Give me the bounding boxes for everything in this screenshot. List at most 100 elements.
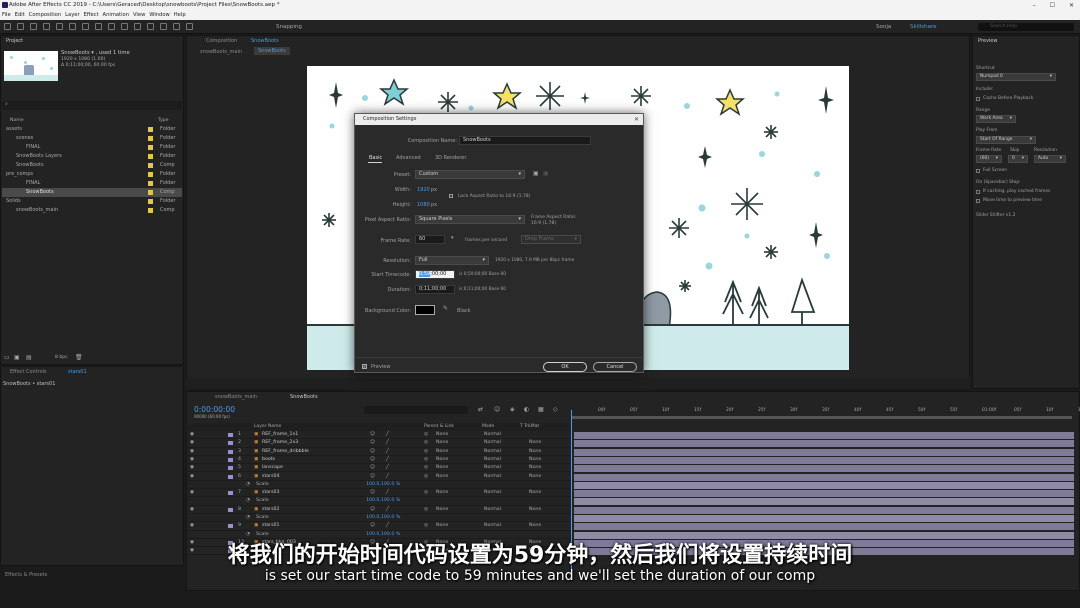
preview-frame-rate-select[interactable]: (60) <box>976 155 1002 163</box>
composition-tab-prefix[interactable]: Composition <box>206 38 237 44</box>
property-value[interactable]: 100.0,100.0 % <box>366 497 400 505</box>
parent-select[interactable]: None <box>436 489 448 497</box>
layer-name[interactable]: REF_frame_dribbble <box>262 448 309 456</box>
new-comp-icon[interactable]: ▤ <box>26 354 32 361</box>
label-color-swatch[interactable] <box>228 474 233 479</box>
layer-name[interactable]: lanscape <box>262 464 283 472</box>
project-row[interactable]: FINAL Folder <box>2 143 182 152</box>
project-col-name[interactable]: Name <box>10 118 24 123</box>
layer-duration-bar[interactable] <box>574 432 1074 439</box>
bit-depth-button[interactable]: 8 bpc <box>55 355 68 360</box>
resolution-select[interactable]: Full <box>415 256 489 265</box>
layer-duration-bar[interactable] <box>574 523 1074 531</box>
parent-select[interactable]: None <box>436 448 448 456</box>
frame-rate-dropdown-icon[interactable]: ▾ <box>451 235 454 241</box>
puppet-tool-icon[interactable] <box>186 23 193 30</box>
quality-switch-icon[interactable]: ╱ <box>386 456 389 464</box>
layer-row[interactable]: ◉ 7 ▣ stars03 ☺ ╱ ◎ None Normal None <box>186 489 570 498</box>
rotate-tool-icon[interactable] <box>56 23 63 30</box>
type-tool-icon[interactable] <box>121 23 128 30</box>
layer-row[interactable]: ◉ 2 ▣ REF_frame_2x3 ☺ ╱ ◎ None Normal None <box>186 439 570 448</box>
if-caching-checkbox[interactable] <box>976 190 980 194</box>
duration-input[interactable]: 0;11;00;00 <box>415 285 455 294</box>
trkmat-select[interactable]: None <box>529 448 541 456</box>
layer-duration-bar[interactable] <box>574 490 1074 498</box>
range-select[interactable]: Work Area <box>976 115 1016 123</box>
mode-select[interactable]: Normal <box>484 489 501 497</box>
layer-duration-bar[interactable] <box>574 473 1074 481</box>
roto-tool-icon[interactable] <box>173 23 180 30</box>
trkmat-select[interactable]: None <box>529 489 541 497</box>
menu-composition[interactable]: Composition <box>29 11 61 20</box>
eraser-tool-icon[interactable] <box>160 23 167 30</box>
pickwhip-icon[interactable]: ◎ <box>424 448 428 456</box>
pickwhip-icon[interactable]: ◎ <box>424 522 428 530</box>
eye-icon[interactable]: ◉ <box>190 522 194 530</box>
project-row[interactable]: SnowBoots Comp <box>2 161 182 170</box>
layer-duration-bar[interactable] <box>574 506 1074 514</box>
eye-icon[interactable]: ◉ <box>190 473 194 481</box>
property-track[interactable] <box>574 515 1074 522</box>
menu-animation[interactable]: Animation <box>103 11 129 20</box>
work-area-bar[interactable] <box>572 416 1072 419</box>
project-row[interactable]: SnowBoots Layers Folder <box>2 152 182 161</box>
trkmat-select[interactable]: None <box>529 456 541 464</box>
quality-switch-icon[interactable]: ╱ <box>386 522 389 530</box>
search-help-input[interactable]: Search Help <box>978 23 1074 31</box>
eye-icon[interactable]: ◉ <box>190 464 194 472</box>
dialog-close-icon[interactable]: ✕ <box>634 114 639 125</box>
snapping-toggle[interactable]: Snapping <box>276 22 302 32</box>
composition-mini-flowchart-icon[interactable]: ⇄ <box>478 406 483 413</box>
minimize-icon[interactable]: – <box>1033 0 1036 11</box>
parent-select[interactable]: None <box>436 431 448 439</box>
project-row[interactable]: pre_comps Folder <box>2 170 182 179</box>
mode-select[interactable]: Normal <box>484 506 501 514</box>
delete-preset-icon[interactable]: ▣ <box>543 170 549 177</box>
mode-select[interactable]: Normal <box>484 431 501 439</box>
property-row[interactable]: ◔ Scale 100.0,100.0 % <box>186 481 570 490</box>
timeline-search-input[interactable] <box>364 406 468 414</box>
tab-3d-renderer[interactable]: 3D Renderer <box>435 155 466 161</box>
full-screen-checkbox[interactable] <box>976 169 980 173</box>
height-value[interactable]: 1080 <box>417 202 430 208</box>
trkmat-select[interactable]: None <box>529 439 541 447</box>
eye-icon[interactable]: ◉ <box>190 506 194 514</box>
stopwatch-icon[interactable]: ◔ <box>246 481 250 489</box>
clone-tool-icon[interactable] <box>147 23 154 30</box>
quality-switch-icon[interactable]: ╱ <box>386 431 389 439</box>
quality-switch-icon[interactable]: ╱ <box>386 506 389 514</box>
move-time-checkbox[interactable] <box>976 199 980 203</box>
label-color-swatch[interactable] <box>228 524 233 529</box>
eye-icon[interactable]: ◉ <box>190 489 194 497</box>
property-row[interactable]: ◔ Scale 100.0,100.0 % <box>186 497 570 506</box>
project-row[interactable]: FINAL Folder <box>2 179 182 188</box>
ok-button[interactable]: OK <box>543 362 587 372</box>
layer-row[interactable]: ◉ 5 ▣ lanscape ☺ ╱ ◎ None Normal None <box>186 464 570 473</box>
pickwhip-icon[interactable]: ◎ <box>424 456 428 464</box>
col-mode[interactable]: Mode <box>482 423 494 431</box>
eye-icon[interactable]: ◉ <box>190 448 194 456</box>
eye-icon[interactable]: ◉ <box>190 456 194 464</box>
skip-select[interactable]: 0 <box>1008 155 1028 163</box>
trash-icon[interactable]: 🗑 <box>75 354 83 361</box>
menu-help[interactable]: Help <box>174 11 186 20</box>
graph-editor-icon[interactable]: ▦ <box>538 406 544 413</box>
effect-controls-layer[interactable]: stars01 <box>68 369 87 375</box>
trkmat-select[interactable]: None <box>529 464 541 472</box>
label-color-swatch[interactable] <box>228 441 233 446</box>
shy-switch-icon[interactable]: ☺ <box>370 473 375 481</box>
quality-switch-icon[interactable]: ╱ <box>386 448 389 456</box>
preview-tab[interactable]: Preview <box>978 38 997 44</box>
mode-select[interactable]: Normal <box>484 464 501 472</box>
property-track[interactable] <box>574 498 1074 506</box>
eye-icon[interactable]: ◉ <box>190 439 194 447</box>
frame-rate-input[interactable]: 60 <box>415 235 445 244</box>
quality-switch-icon[interactable]: ╱ <box>386 464 389 472</box>
pickwhip-icon[interactable]: ◎ <box>424 431 428 439</box>
tab-basic[interactable]: Basic <box>369 155 382 161</box>
menu-window[interactable]: Window <box>149 11 169 20</box>
brush-tool-icon[interactable] <box>134 23 141 30</box>
timeline-tab-main[interactable]: snowBoots_main <box>215 394 257 400</box>
property-value[interactable]: 100.0,100.0 % <box>366 481 400 489</box>
label-color-swatch[interactable] <box>228 507 233 512</box>
